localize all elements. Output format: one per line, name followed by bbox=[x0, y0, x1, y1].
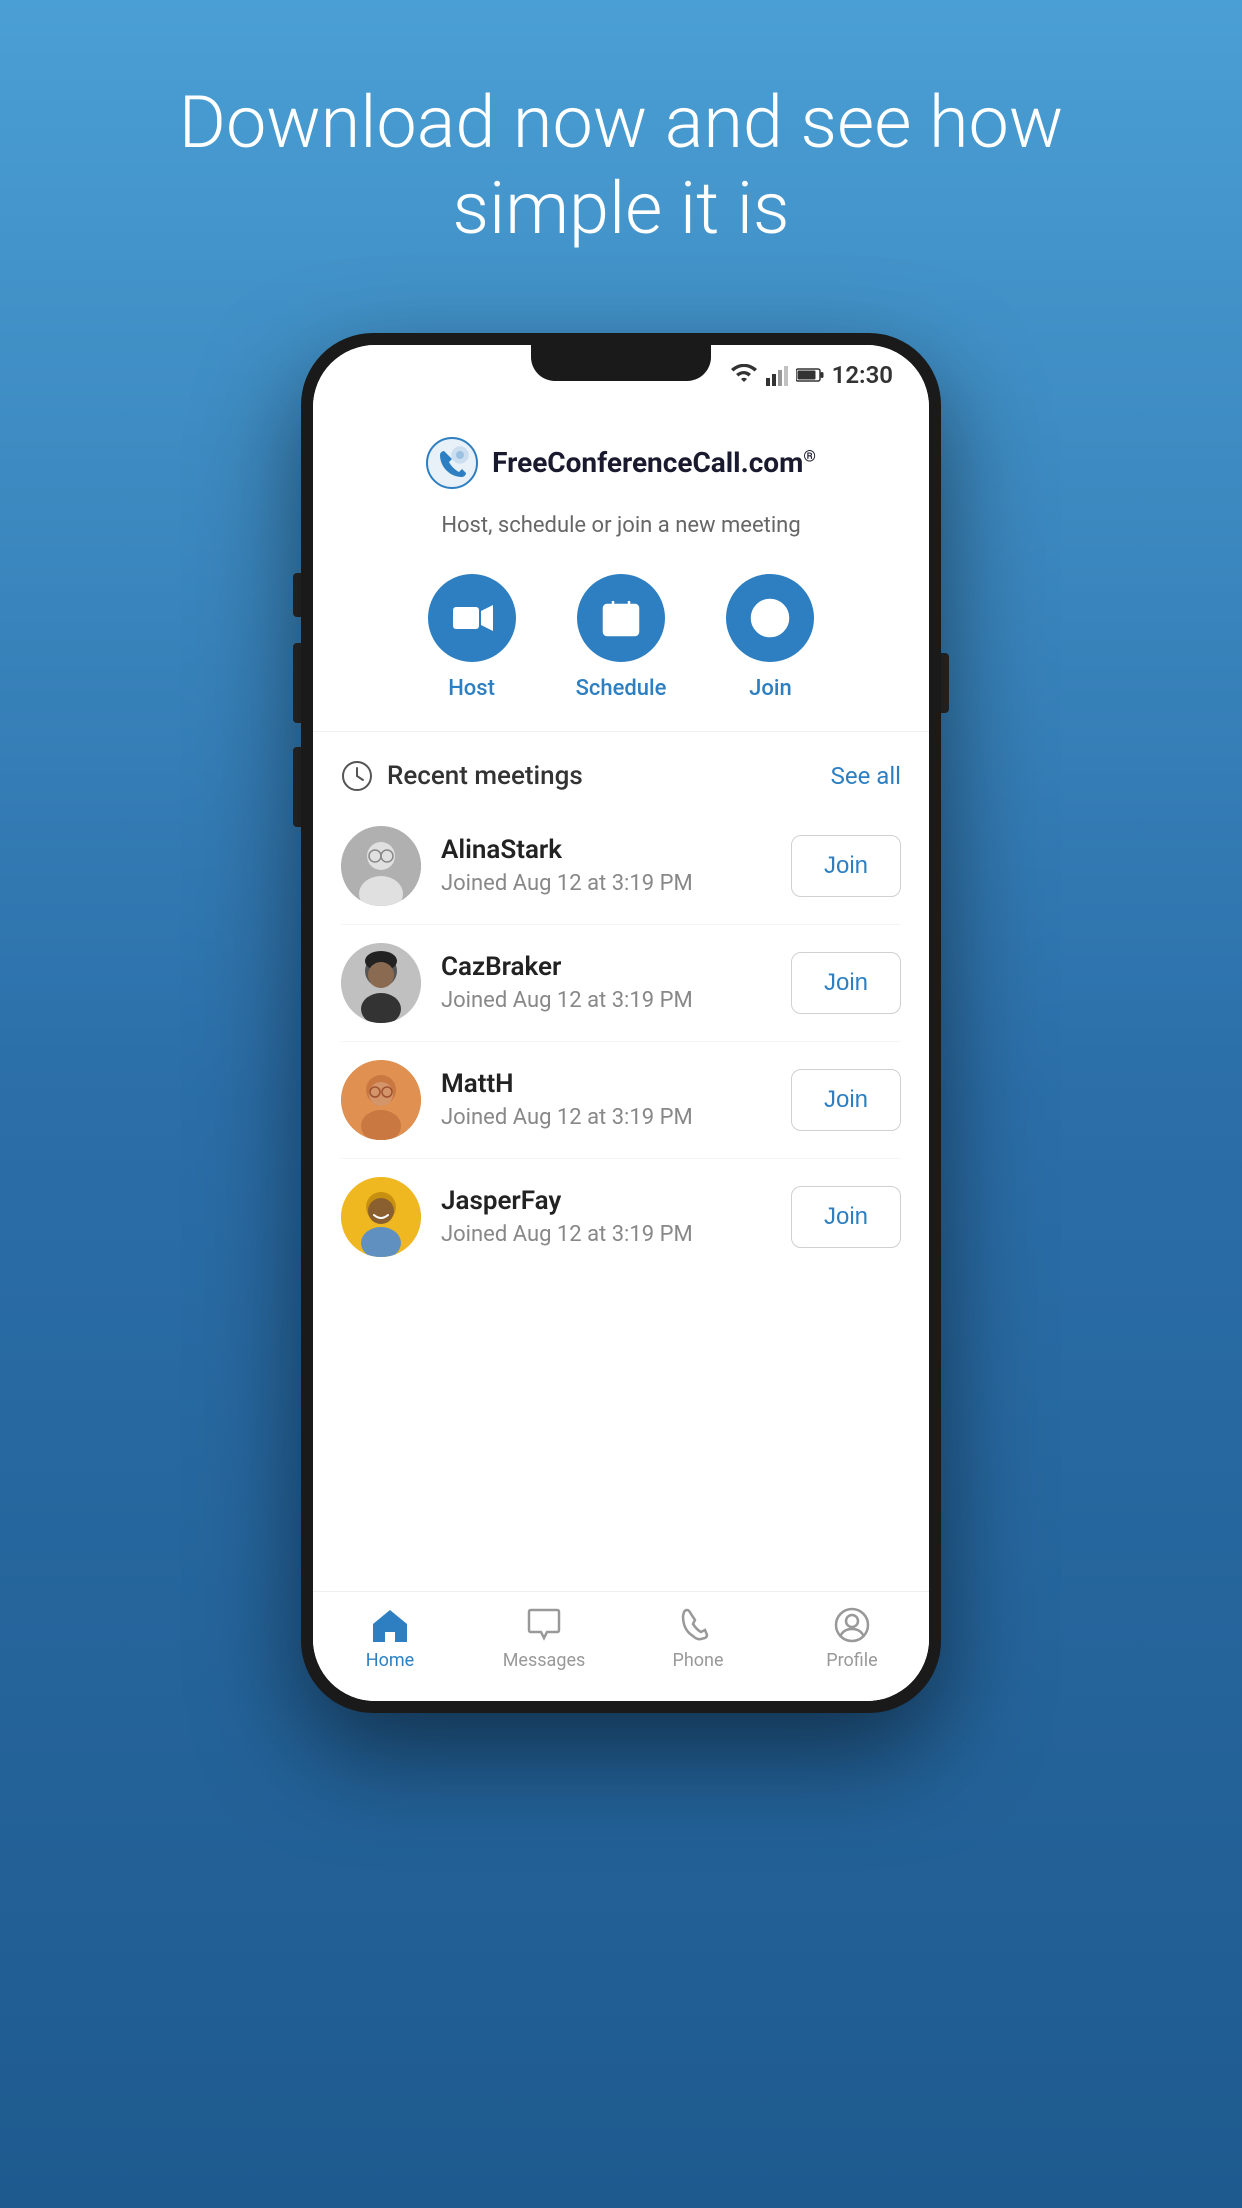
meeting-item: AlinaStark Joined Aug 12 at 3:19 PM Join bbox=[341, 808, 901, 925]
meeting-name: MattH bbox=[441, 1069, 771, 1099]
join-meeting-button[interactable]: Join bbox=[791, 1186, 901, 1248]
wifi-icon bbox=[730, 364, 758, 386]
nav-label-messages: Messages bbox=[503, 1650, 586, 1671]
side-button-power bbox=[941, 653, 949, 713]
app-content: FreeConferenceCall.com® Host, schedule o… bbox=[313, 397, 929, 1701]
side-button-volume-down bbox=[293, 747, 301, 827]
phone-icon bbox=[679, 1606, 717, 1644]
side-button-volume-up bbox=[293, 643, 301, 723]
calendar-icon bbox=[600, 597, 642, 639]
nav-label-profile: Profile bbox=[826, 1650, 877, 1671]
profile-icon bbox=[833, 1606, 871, 1644]
meeting-name: CazBraker bbox=[441, 952, 771, 982]
meeting-time: Joined Aug 12 at 3:19 PM bbox=[441, 1222, 771, 1247]
home-icon bbox=[371, 1606, 409, 1644]
meeting-time: Joined Aug 12 at 3:19 PM bbox=[441, 871, 771, 896]
app-header: FreeConferenceCall.com® Host, schedule o… bbox=[313, 397, 929, 732]
meeting-name: AlinaStark bbox=[441, 835, 771, 865]
page-headline: Download now and see how simple it is bbox=[0, 80, 1242, 253]
schedule-circle bbox=[577, 574, 665, 662]
join-label: Join bbox=[749, 676, 792, 701]
nav-item-messages[interactable]: Messages bbox=[467, 1606, 621, 1671]
status-time: 12:30 bbox=[832, 361, 893, 389]
meeting-name: JasperFay bbox=[441, 1186, 771, 1216]
schedule-button[interactable]: Schedule bbox=[576, 574, 667, 701]
nav-item-home[interactable]: Home bbox=[313, 1606, 467, 1671]
meeting-info: AlinaStark Joined Aug 12 at 3:19 PM bbox=[441, 835, 771, 896]
meeting-time: Joined Aug 12 at 3:19 PM bbox=[441, 988, 771, 1013]
meeting-item: JasperFay Joined Aug 12 at 3:19 PM Join bbox=[341, 1159, 901, 1275]
join-meeting-button[interactable]: Join bbox=[791, 835, 901, 897]
join-meeting-button[interactable]: Join bbox=[791, 952, 901, 1014]
schedule-label: Schedule bbox=[576, 676, 667, 701]
meeting-info: MattH Joined Aug 12 at 3:19 PM bbox=[441, 1069, 771, 1130]
nav-label-home: Home bbox=[366, 1650, 414, 1671]
bottom-navigation: Home Messages Phone bbox=[313, 1591, 929, 1701]
meeting-info: CazBraker Joined Aug 12 at 3:19 PM bbox=[441, 952, 771, 1013]
host-label: Host bbox=[448, 676, 495, 701]
battery-icon bbox=[796, 367, 824, 383]
nav-label-phone: Phone bbox=[672, 1650, 723, 1671]
host-circle bbox=[428, 574, 516, 662]
avatar-jasper bbox=[341, 1177, 421, 1257]
avatar-caz bbox=[341, 943, 421, 1023]
video-icon bbox=[451, 597, 493, 639]
meeting-info: JasperFay Joined Aug 12 at 3:19 PM bbox=[441, 1186, 771, 1247]
nav-item-phone[interactable]: Phone bbox=[621, 1606, 775, 1671]
avatar-matt bbox=[341, 1060, 421, 1140]
join-meeting-button[interactable]: Join bbox=[791, 1069, 901, 1131]
action-buttons: Host bbox=[428, 574, 815, 701]
meeting-item: CazBraker Joined Aug 12 at 3:19 PM Join bbox=[341, 925, 901, 1042]
phone-screen: 12:30 FreeCon bbox=[313, 345, 929, 1701]
status-icons: 12:30 bbox=[730, 361, 893, 389]
messages-icon bbox=[525, 1606, 563, 1644]
recent-meetings-title: Recent meetings bbox=[387, 761, 583, 791]
meeting-item: MattH Joined Aug 12 at 3:19 PM Join bbox=[341, 1042, 901, 1159]
phone-frame: 12:30 FreeCon bbox=[301, 333, 941, 1713]
recent-title-group: Recent meetings bbox=[341, 760, 583, 792]
join-button[interactable]: Join bbox=[726, 574, 814, 701]
recent-meetings-header: Recent meetings See all bbox=[341, 732, 901, 808]
side-button-mute bbox=[293, 573, 301, 617]
app-logo-icon bbox=[426, 437, 478, 489]
join-circle bbox=[726, 574, 814, 662]
app-tagline: Host, schedule or join a new meeting bbox=[441, 513, 800, 538]
avatar-alina bbox=[341, 826, 421, 906]
signal-icon bbox=[766, 364, 788, 386]
clock-icon bbox=[341, 760, 373, 792]
host-button[interactable]: Host bbox=[428, 574, 516, 701]
recent-meetings-section: Recent meetings See all bbox=[313, 732, 929, 1591]
logo-area: FreeConferenceCall.com® bbox=[426, 437, 816, 489]
app-logo-text: FreeConferenceCall.com® bbox=[492, 446, 816, 479]
phone-mockup: 12:30 FreeCon bbox=[301, 333, 941, 1713]
phone-notch bbox=[531, 345, 711, 381]
upload-icon bbox=[749, 597, 791, 639]
see-all-link[interactable]: See all bbox=[831, 762, 901, 790]
meeting-time: Joined Aug 12 at 3:19 PM bbox=[441, 1105, 771, 1130]
nav-item-profile[interactable]: Profile bbox=[775, 1606, 929, 1671]
